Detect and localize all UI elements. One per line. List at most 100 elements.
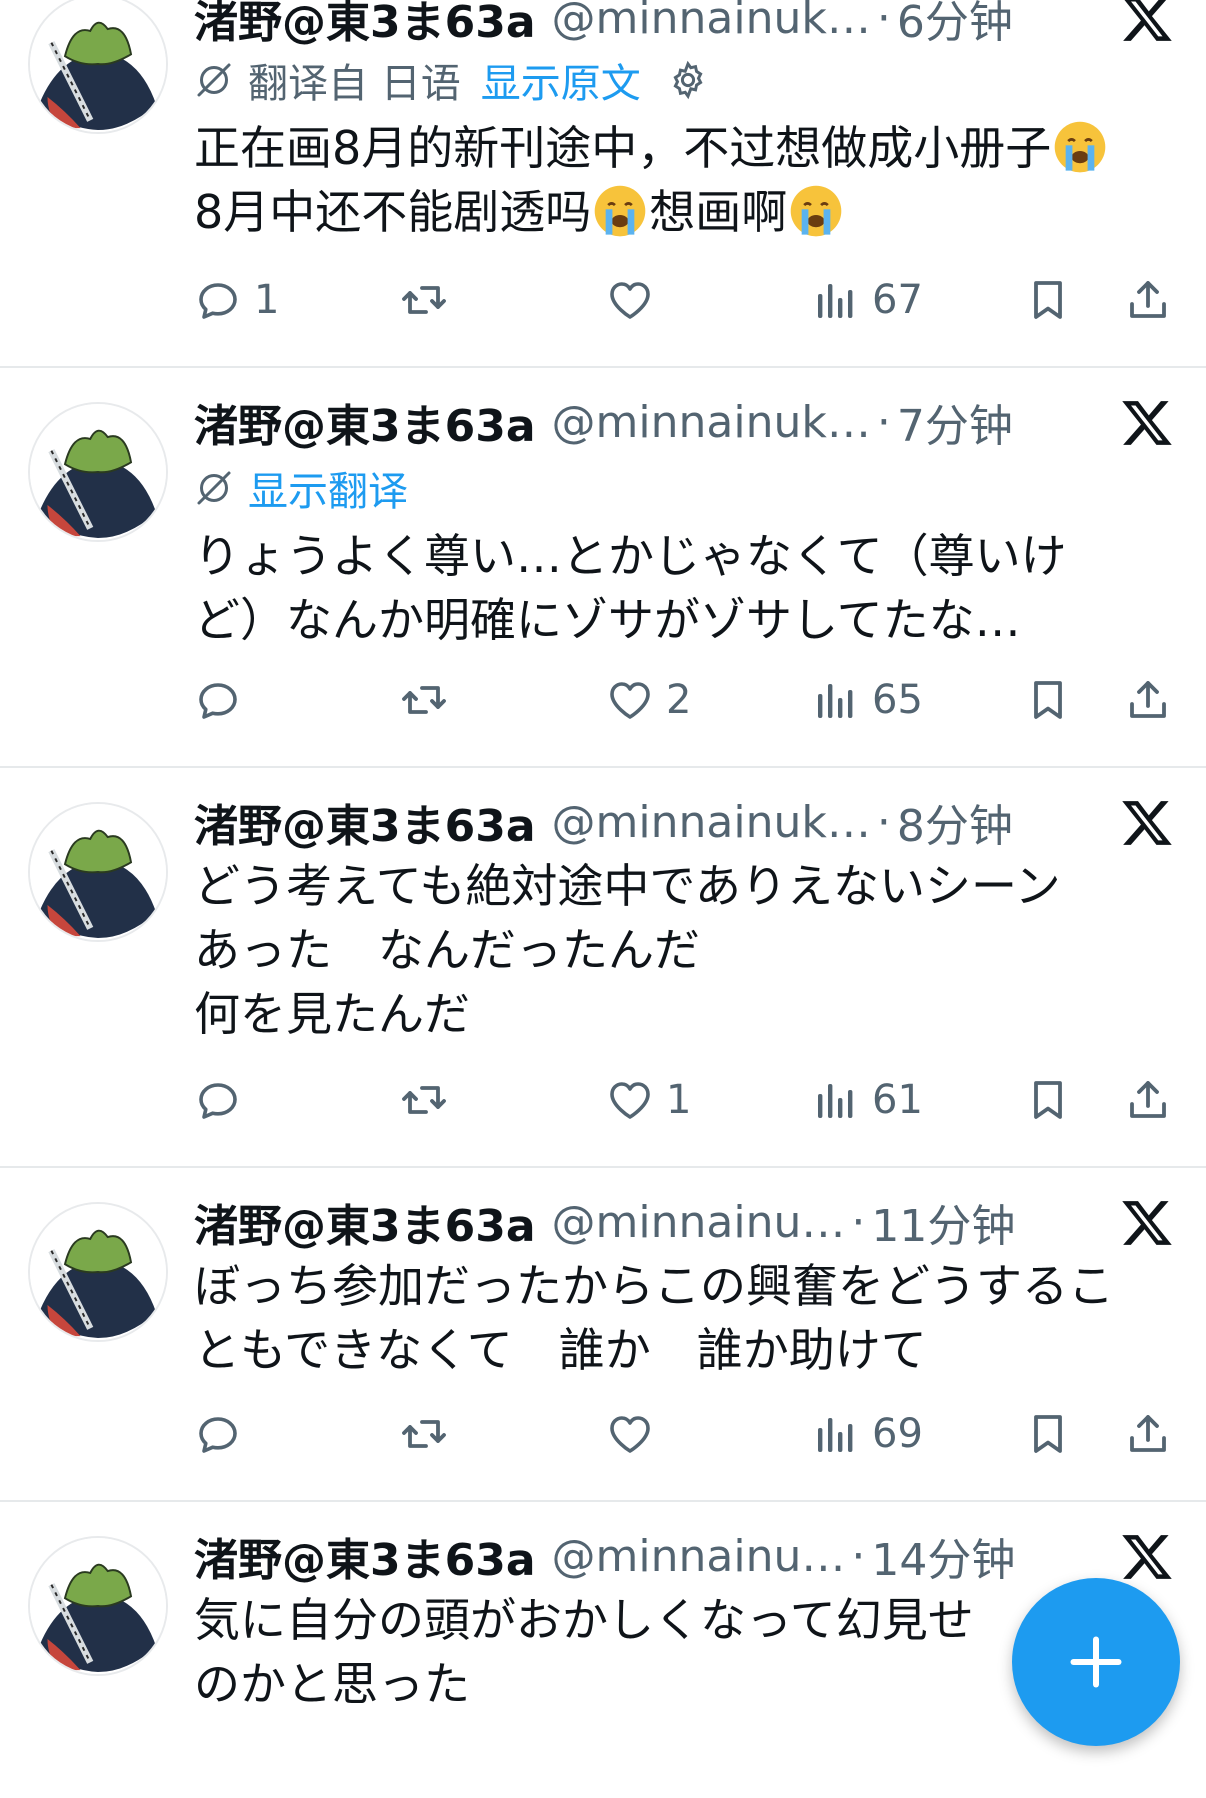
- show-original-link[interactable]: 显示原文: [481, 51, 641, 109]
- x-logo-icon: [1120, 1530, 1174, 1584]
- crying-emoji-icon: [593, 184, 647, 238]
- tweet-actions: 1 67: [194, 270, 1174, 330]
- reply-icon: [194, 1410, 242, 1458]
- tweet-header: 渚野@東3ま63a @minnainu… · 11分钟: [194, 1190, 1015, 1254]
- share-button[interactable]: [1124, 670, 1172, 730]
- share-button[interactable]: [1124, 1404, 1172, 1464]
- reply-button[interactable]: [194, 1404, 242, 1464]
- tweet-text: 正在画8月的新刊途中，不过想做成小册子 8月中还不能剧透吗 想画啊: [194, 116, 1164, 244]
- separator-dot: ·: [851, 1196, 866, 1248]
- tweet-text-line: ど）なんか明確にゾサがゾサしてたな…: [194, 593, 1021, 647]
- reply-button[interactable]: 1: [194, 270, 279, 330]
- reply-button[interactable]: [194, 670, 242, 730]
- share-icon: [1124, 276, 1172, 324]
- views-icon: [812, 676, 860, 724]
- retweet-button[interactable]: [400, 270, 448, 330]
- crying-emoji-icon: [1053, 120, 1107, 174]
- translate-icon: [194, 468, 234, 508]
- user-handle: @minnainuk…: [551, 0, 871, 44]
- like-icon: [606, 676, 654, 724]
- tweet-text-line: どう考えても絶対途中でありえないシーン: [194, 859, 1061, 913]
- tweet-text-line: 何を見たんだ: [194, 987, 470, 1041]
- avatar[interactable]: [28, 0, 168, 134]
- share-button[interactable]: [1124, 270, 1172, 330]
- x-logo-icon: [1120, 796, 1174, 850]
- gear-icon[interactable]: [667, 59, 709, 101]
- like-button[interactable]: 1: [606, 1070, 691, 1130]
- show-translation-link[interactable]: 显示翻译: [248, 459, 408, 517]
- avatar[interactable]: [28, 1202, 168, 1342]
- timestamp[interactable]: 7分钟: [897, 390, 1013, 454]
- user-handle: @minnainuk…: [551, 796, 871, 848]
- bookmark-button[interactable]: [1024, 670, 1072, 730]
- avatar[interactable]: [28, 402, 168, 542]
- like-button[interactable]: [606, 270, 666, 330]
- tweet-text-line: ともできなくて 誰か 誰か助けて: [194, 1323, 927, 1377]
- bookmark-icon: [1024, 1410, 1072, 1458]
- divider: [0, 1166, 1206, 1168]
- bookmark-button[interactable]: [1024, 1404, 1072, 1464]
- views-button[interactable]: 67: [812, 270, 923, 330]
- view-count: 69: [872, 1411, 923, 1457]
- tweet-text: どう考えても絶対途中でありえないシーン あった なんだったんだ 何を見たんだ: [194, 854, 1164, 1046]
- views-icon: [812, 1410, 860, 1458]
- tweet-actions: 69: [194, 1404, 1174, 1464]
- translated-from-label: 翻译自 日语: [248, 61, 461, 107]
- bookmark-button[interactable]: [1024, 1070, 1072, 1130]
- retweet-icon: [400, 1410, 448, 1458]
- tweet-header: 渚野@東3ま63a @minnainuk… · 7分钟: [194, 390, 1013, 454]
- tweet-text-line: りょうよく尊い…とかじゃなくて（尊いけ: [194, 529, 1067, 583]
- timestamp[interactable]: 14分钟: [871, 1524, 1015, 1588]
- tweet-actions: 1 61: [194, 1070, 1174, 1130]
- display-name[interactable]: 渚野@東3ま63a: [194, 1524, 536, 1588]
- divider: [0, 1500, 1206, 1502]
- like-icon: [606, 1410, 654, 1458]
- divider: [0, 766, 1206, 768]
- display-name[interactable]: 渚野@東3ま63a: [194, 390, 536, 454]
- compose-button[interactable]: [1012, 1578, 1180, 1746]
- bookmark-button[interactable]: [1024, 270, 1072, 330]
- tweet-text-line: 8月中还不能剧透吗 想画啊: [194, 180, 1164, 244]
- timestamp[interactable]: 8分钟: [897, 790, 1013, 854]
- x-logo-icon: [1120, 0, 1174, 46]
- reply-button[interactable]: [194, 1070, 242, 1130]
- retweet-button[interactable]: [400, 670, 448, 730]
- avatar[interactable]: [28, 1536, 168, 1676]
- display-name[interactable]: 渚野@東3ま63a: [194, 1190, 536, 1254]
- share-icon: [1124, 1076, 1172, 1124]
- translation-bar: 显示翻译: [194, 460, 408, 516]
- views-button[interactable]: 69: [812, 1404, 923, 1464]
- like-icon: [606, 1076, 654, 1124]
- tweet-text: ぼっち参加だったからこの興奮をどうするこ ともできなくて 誰か 誰か助けて: [194, 1254, 1164, 1382]
- views-button[interactable]: 61: [812, 1070, 923, 1130]
- retweet-button[interactable]: [400, 1404, 448, 1464]
- separator-dot: ·: [851, 1530, 866, 1582]
- separator-dot: ·: [876, 796, 891, 848]
- avatar[interactable]: [28, 802, 168, 942]
- timestamp[interactable]: 6分钟: [897, 0, 1013, 50]
- separator-dot: ·: [876, 396, 891, 448]
- crying-emoji-icon: [789, 184, 843, 238]
- retweet-button[interactable]: [400, 1070, 448, 1130]
- reply-icon: [194, 1076, 242, 1124]
- like-icon: [606, 276, 654, 324]
- like-count: 2: [666, 677, 692, 723]
- bookmark-icon: [1024, 676, 1072, 724]
- separator-dot: ·: [876, 0, 891, 44]
- divider: [0, 366, 1206, 368]
- view-count: 67: [872, 277, 923, 323]
- timestamp[interactable]: 11分钟: [871, 1190, 1015, 1254]
- reply-icon: [194, 676, 242, 724]
- user-handle: @minnainu…: [551, 1196, 846, 1248]
- share-button[interactable]: [1124, 1070, 1172, 1130]
- bookmark-icon: [1024, 276, 1072, 324]
- tweet-header: 渚野@東3ま63a @minnainuk… · 6分钟: [194, 0, 1013, 48]
- views-icon: [812, 1076, 860, 1124]
- display-name[interactable]: 渚野@東3ま63a: [194, 790, 536, 854]
- like-button[interactable]: [606, 1404, 654, 1464]
- views-button[interactable]: 65: [812, 670, 923, 730]
- x-logo-icon: [1120, 396, 1174, 450]
- like-button[interactable]: 2: [606, 670, 691, 730]
- user-handle: @minnainuk…: [551, 396, 871, 448]
- display-name[interactable]: 渚野@東3ま63a: [194, 0, 536, 50]
